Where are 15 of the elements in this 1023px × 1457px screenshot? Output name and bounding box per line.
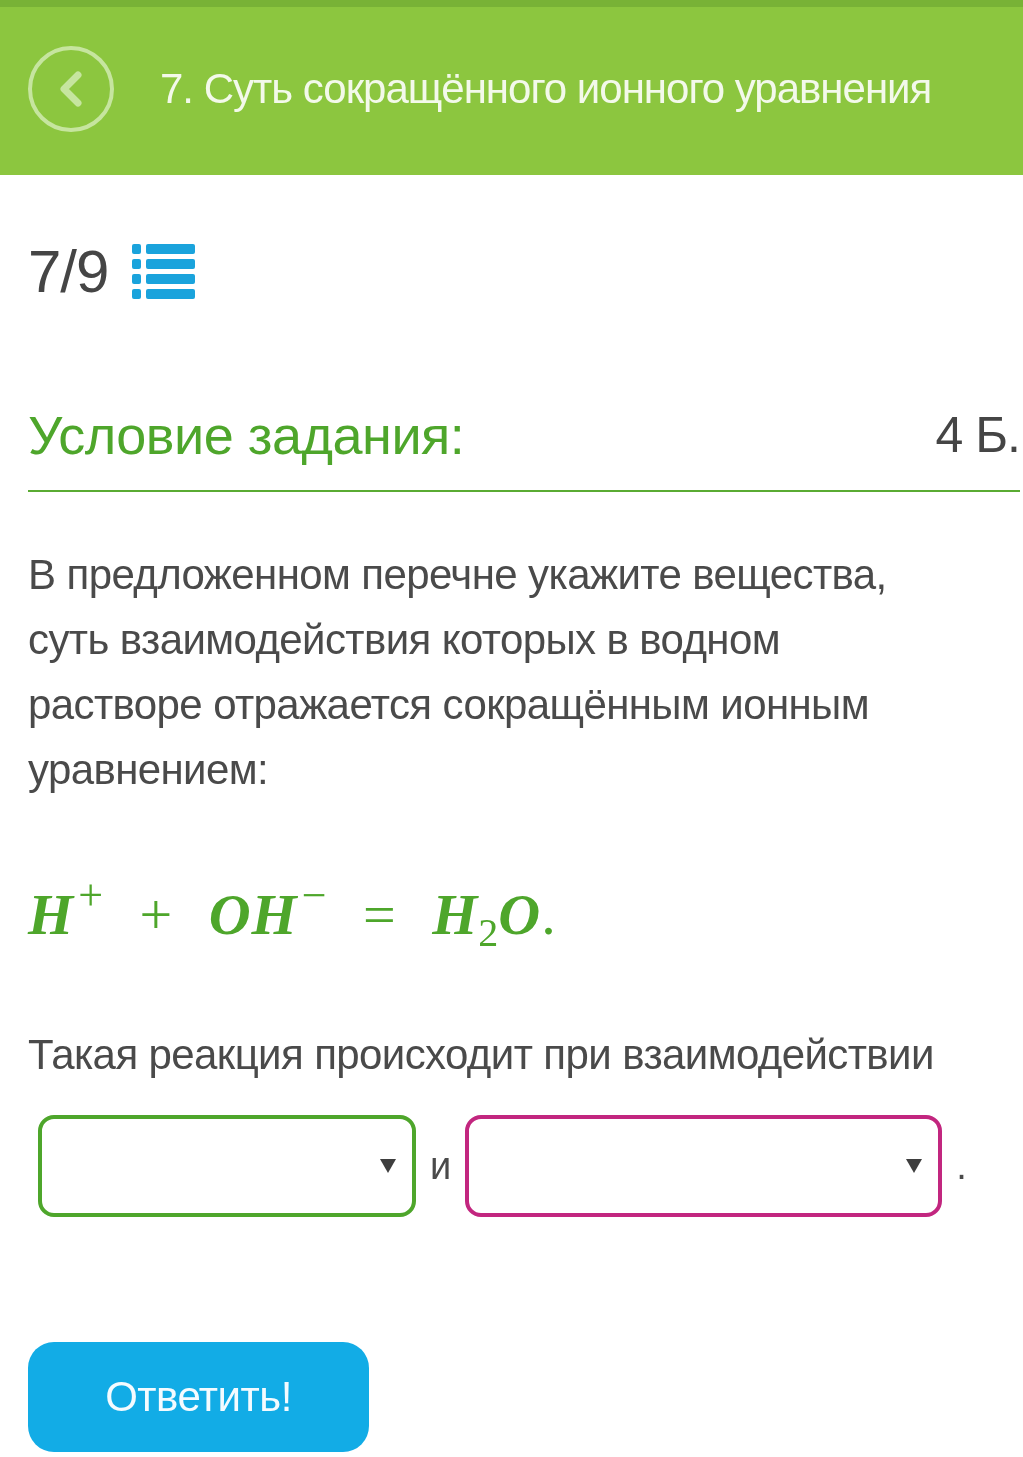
caret-icon bbox=[380, 1159, 396, 1173]
prompt-text: Такая реакция происходит при взаимодействии bbox=[28, 1030, 934, 1080]
question-counter: 7/9 bbox=[28, 237, 109, 307]
section-heading: Условие задания: bbox=[28, 404, 465, 467]
equation-text: H$^{+}$ + OH$^{−}$ = H$_{2}$O. bbox=[28, 875, 556, 955]
caret-icon bbox=[906, 1159, 923, 1173]
inline-text: . bbox=[956, 1144, 967, 1189]
dropdown-field[interactable] bbox=[38, 1115, 416, 1217]
list-icon[interactable] bbox=[132, 243, 196, 301]
points-label: 4 Б. bbox=[935, 406, 1020, 465]
task-text: В предложенном перечне укажите вещества, суть взаимодействия которых в водном растворе отражается сокращённым ионным уравнением: bbox=[28, 550, 888, 795]
page-title: 7. Суть сокращённого ионного уравнения bbox=[160, 65, 932, 113]
inline-text: и bbox=[430, 1144, 452, 1189]
dropdown-field[interactable] bbox=[465, 1115, 943, 1217]
submit-button[interactable]: Ответить! bbox=[28, 1342, 369, 1452]
